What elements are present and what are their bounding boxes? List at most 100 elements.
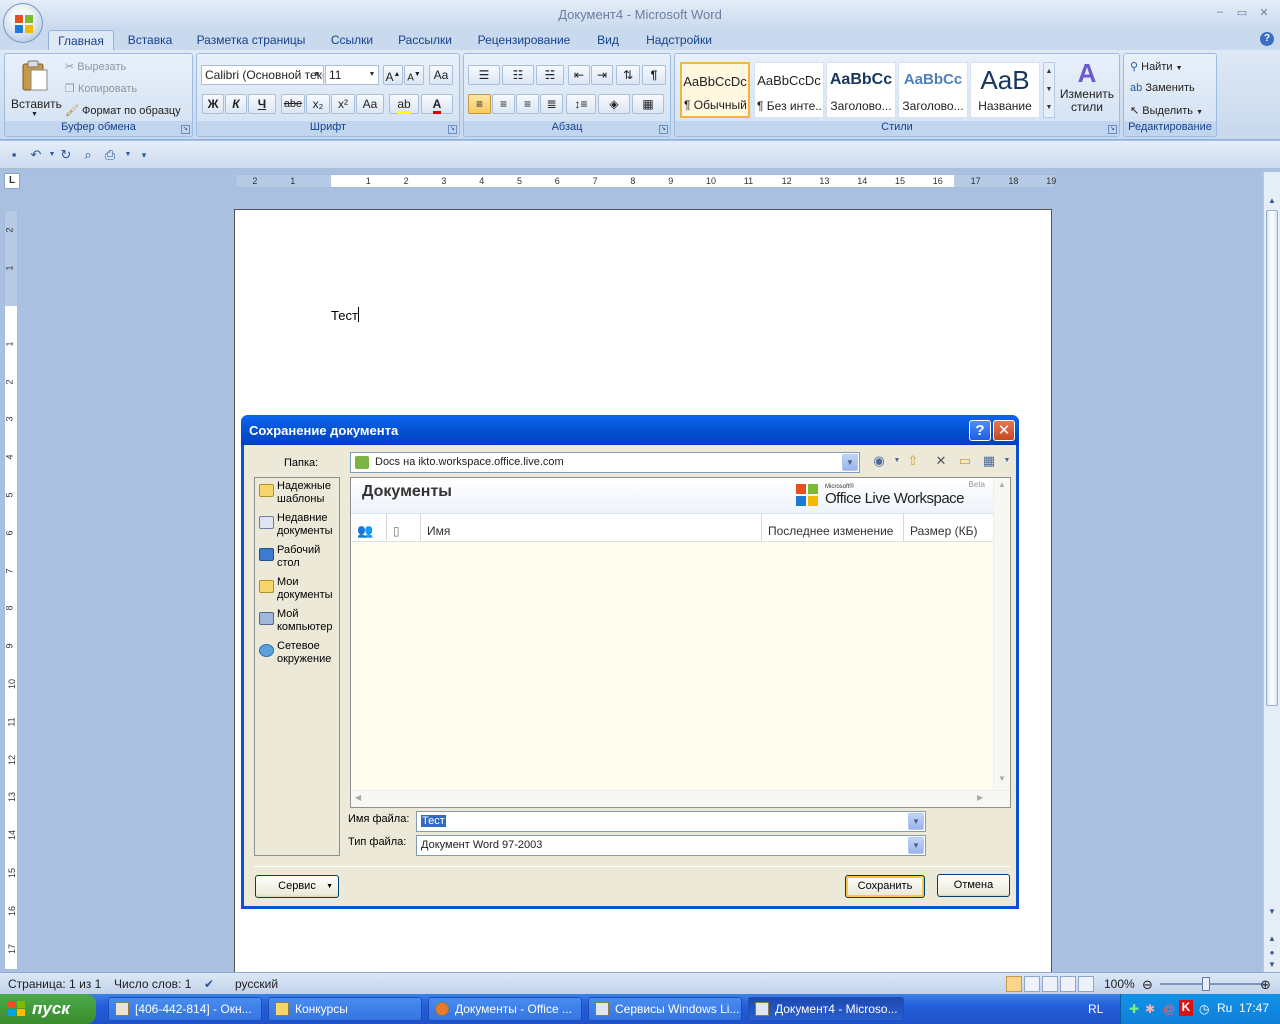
copy-button[interactable]: ❐ Копировать: [65, 82, 137, 95]
shading-icon[interactable]: ◈: [598, 94, 630, 114]
align-center-icon[interactable]: ≡: [492, 94, 515, 114]
align-right-icon[interactable]: ≡: [516, 94, 539, 114]
zoom-out-icon[interactable]: ⊖: [1142, 977, 1153, 993]
clear-formatting-icon[interactable]: Aa: [429, 65, 453, 85]
save-icon[interactable]: ▪: [6, 147, 22, 163]
tab-view[interactable]: Вид: [588, 30, 628, 51]
print-layout-icon[interactable]: [1006, 976, 1022, 992]
tab-review[interactable]: Рецензирование: [470, 30, 578, 51]
place-trusted-templates[interactable]: Надежные шаблоны: [257, 480, 339, 512]
multilevel-list-icon[interactable]: ☵: [536, 65, 564, 85]
line-spacing-icon[interactable]: ↕≡: [566, 94, 596, 114]
minimize-button[interactable]: –: [1210, 6, 1230, 20]
scroll-right-icon[interactable]: ▶: [977, 793, 983, 802]
superscript-button[interactable]: x²: [331, 94, 355, 114]
format-painter-button[interactable]: 🖌 Формат по образцу: [65, 104, 181, 117]
security-tray-icon[interactable]: ✱: [1145, 1002, 1155, 1016]
taskbar-item-active[interactable]: Документ4 - Microso...: [748, 997, 904, 1021]
vertical-scrollbar[interactable]: ▲ ▼ ▲ ● ▼: [1263, 172, 1280, 972]
proofing-icon[interactable]: ✔: [204, 977, 214, 991]
shrink-font-button[interactable]: A▼: [404, 65, 424, 85]
chevron-down-icon[interactable]: ▼: [908, 813, 924, 830]
taskbar-item[interactable]: [406-442-814] - Окн...: [108, 997, 262, 1021]
dialog-close-button[interactable]: ✕: [993, 420, 1015, 441]
change-case-button[interactable]: Aa: [356, 94, 384, 114]
underline-button[interactable]: Ч: [248, 94, 276, 114]
decrease-indent-icon[interactable]: ⇤: [568, 65, 590, 85]
style-heading-1[interactable]: AaBbCc Заголово...: [826, 62, 896, 118]
taskbar-item[interactable]: Конкурсы: [268, 997, 422, 1021]
font-size-select[interactable]: 11 ▼: [325, 65, 379, 85]
scroll-down-icon[interactable]: ▼: [998, 774, 1006, 783]
keyboard-layout[interactable]: RL: [1088, 1002, 1103, 1016]
tools-button[interactable]: Сервис ▼: [255, 875, 339, 898]
prev-page-icon[interactable]: ▲: [1266, 934, 1278, 948]
place-my-documents[interactable]: Мои документы: [257, 576, 339, 608]
font-color-icon[interactable]: A: [421, 94, 453, 114]
font-family-select[interactable]: Calibri (Основной текст) ▼: [201, 65, 324, 85]
full-screen-icon[interactable]: [1024, 976, 1040, 992]
dialog-launcher-icon[interactable]: ↘: [181, 125, 190, 134]
save-button[interactable]: Сохранить: [845, 875, 925, 898]
filetype-select[interactable]: Документ Word 97-2003 ▼: [416, 835, 926, 856]
chevron-down-icon[interactable]: ▼: [842, 454, 858, 471]
italic-button[interactable]: К: [225, 94, 247, 114]
size-column[interactable]: Размер (КБ): [904, 514, 993, 542]
find-button[interactable]: ⚲ Найти ▼: [1130, 60, 1183, 73]
browser-horizontal-scrollbar[interactable]: ◀ ▶: [351, 790, 1010, 807]
justify-icon[interactable]: ≣: [540, 94, 563, 114]
browser-vertical-scrollbar[interactable]: ▲ ▼: [993, 478, 1010, 791]
tab-page-layout[interactable]: Разметка страницы: [190, 30, 312, 51]
numbering-icon[interactable]: ☷: [502, 65, 534, 85]
style-no-spacing[interactable]: AaBbCcDc ¶ Без инте...: [754, 62, 824, 118]
page-count[interactable]: Страница: 1 из 1: [8, 977, 101, 991]
dialog-help-button[interactable]: ?: [969, 420, 991, 441]
draft-icon[interactable]: [1078, 976, 1094, 992]
chevron-down-icon[interactable]: ▼: [120, 147, 136, 163]
horizontal-ruler[interactable]: 2 1 1 2 3 4 5 6 7 8 9 10 11 12 13 14 15 16 17 18 19: [235, 174, 1056, 188]
office-button[interactable]: [3, 3, 43, 43]
align-left-icon[interactable]: ≡: [468, 94, 491, 114]
close-button[interactable]: ✕: [1254, 6, 1274, 20]
help-icon[interactable]: ?: [1260, 32, 1274, 46]
tray-language[interactable]: Ru: [1217, 1001, 1232, 1015]
taskbar-item[interactable]: Документы - Office ...: [428, 997, 582, 1021]
antivirus-tray-icon[interactable]: K: [1179, 1000, 1193, 1016]
vertical-ruler[interactable]: 2 1 1 2 3 4 5 6 7 8 9 10 11 12 13 14 15 16 17: [4, 210, 18, 970]
customize-toolbar-icon[interactable]: ▾: [136, 147, 152, 163]
tab-mailings[interactable]: Рассылки: [392, 30, 458, 51]
delete-icon[interactable]: ✕: [932, 452, 950, 470]
back-icon[interactable]: ◉: [870, 452, 888, 470]
tab-selector[interactable]: L: [4, 173, 20, 189]
style-normal[interactable]: AaBbCcDc ¶ Обычный: [680, 62, 750, 118]
zoom-in-icon[interactable]: ⊕: [1260, 977, 1271, 993]
replace-button[interactable]: ab Заменить: [1130, 82, 1195, 94]
chevron-down-icon[interactable]: ▼: [908, 837, 924, 854]
undo-icon[interactable]: ↶: [28, 147, 44, 163]
file-list[interactable]: [351, 542, 993, 791]
clock-tray-icon[interactable]: ◷: [1199, 1002, 1209, 1016]
tab-home[interactable]: Главная: [48, 30, 114, 51]
dialog-launcher-icon[interactable]: ↘: [448, 125, 457, 134]
chevron-down-icon[interactable]: ▼: [998, 452, 1016, 470]
subscript-button[interactable]: x₂: [306, 94, 330, 114]
new-folder-icon[interactable]: ▭: [956, 452, 974, 470]
scroll-up-icon[interactable]: ▲: [998, 480, 1006, 489]
place-my-computer[interactable]: Мой компьютер: [257, 608, 339, 640]
views-icon[interactable]: ▦: [980, 452, 998, 470]
bullets-icon[interactable]: ☰: [468, 65, 500, 85]
select-button[interactable]: ↖ Выделить ▼: [1130, 104, 1203, 117]
change-styles-button[interactable]: A Изменить стили: [1057, 58, 1117, 120]
dialog-launcher-icon[interactable]: ↘: [1108, 125, 1117, 134]
cancel-button[interactable]: Отмена: [937, 874, 1010, 897]
style-title[interactable]: AaB Название: [970, 62, 1040, 118]
styles-scroll[interactable]: ▲ ▼ ▼: [1043, 62, 1055, 118]
modified-column[interactable]: Последнее изменение: [762, 514, 904, 542]
network-tray-icon[interactable]: ✚: [1129, 1002, 1139, 1016]
sharing-column[interactable]: 👥: [351, 514, 387, 542]
zoom-slider[interactable]: [1160, 983, 1264, 985]
mail-tray-icon[interactable]: @: [1163, 1002, 1175, 1016]
sort-icon[interactable]: ⇅: [616, 65, 640, 85]
start-button[interactable]: пуск: [0, 994, 96, 1024]
borders-icon[interactable]: ▦: [632, 94, 664, 114]
